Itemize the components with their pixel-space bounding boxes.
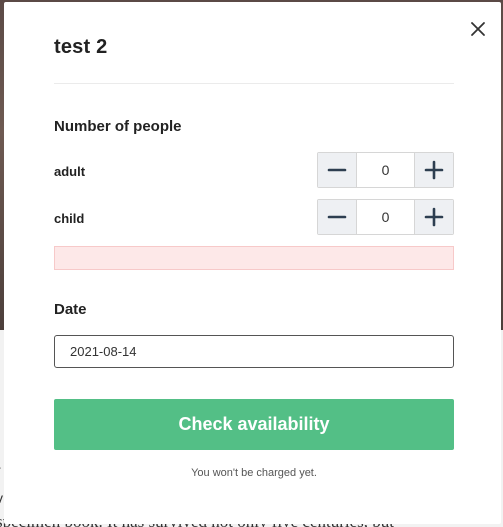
adult-decrement-button[interactable]: [318, 153, 357, 187]
close-icon: [471, 22, 485, 36]
divider: [54, 83, 454, 84]
date-heading: Date: [54, 301, 87, 318]
adult-count[interactable]: 0: [357, 153, 414, 187]
people-heading: Number of people: [54, 118, 182, 135]
error-message-box: [54, 246, 454, 270]
child-increment-button[interactable]: [414, 200, 453, 234]
check-availability-button[interactable]: Check availability: [54, 399, 454, 450]
adult-stepper: 0: [317, 152, 454, 188]
plus-icon: [424, 160, 444, 180]
background-text-fragment: r: [0, 462, 1, 478]
adult-label: adult: [54, 164, 86, 179]
booking-modal: test 2 Number of people adult 0 child 0: [4, 2, 501, 524]
child-decrement-button[interactable]: [318, 200, 357, 234]
modal-title: test 2: [54, 36, 108, 58]
child-label: child: [54, 211, 85, 226]
background-text-fragment: v: [0, 490, 3, 506]
minus-icon: [327, 168, 347, 172]
adult-increment-button[interactable]: [414, 153, 453, 187]
child-stepper: 0: [317, 199, 454, 235]
close-button[interactable]: [467, 18, 489, 40]
child-count[interactable]: 0: [357, 200, 414, 234]
minus-icon: [327, 215, 347, 219]
date-input[interactable]: [54, 335, 454, 368]
plus-icon: [424, 207, 444, 227]
charge-note: You won't be charged yet.: [191, 467, 317, 479]
